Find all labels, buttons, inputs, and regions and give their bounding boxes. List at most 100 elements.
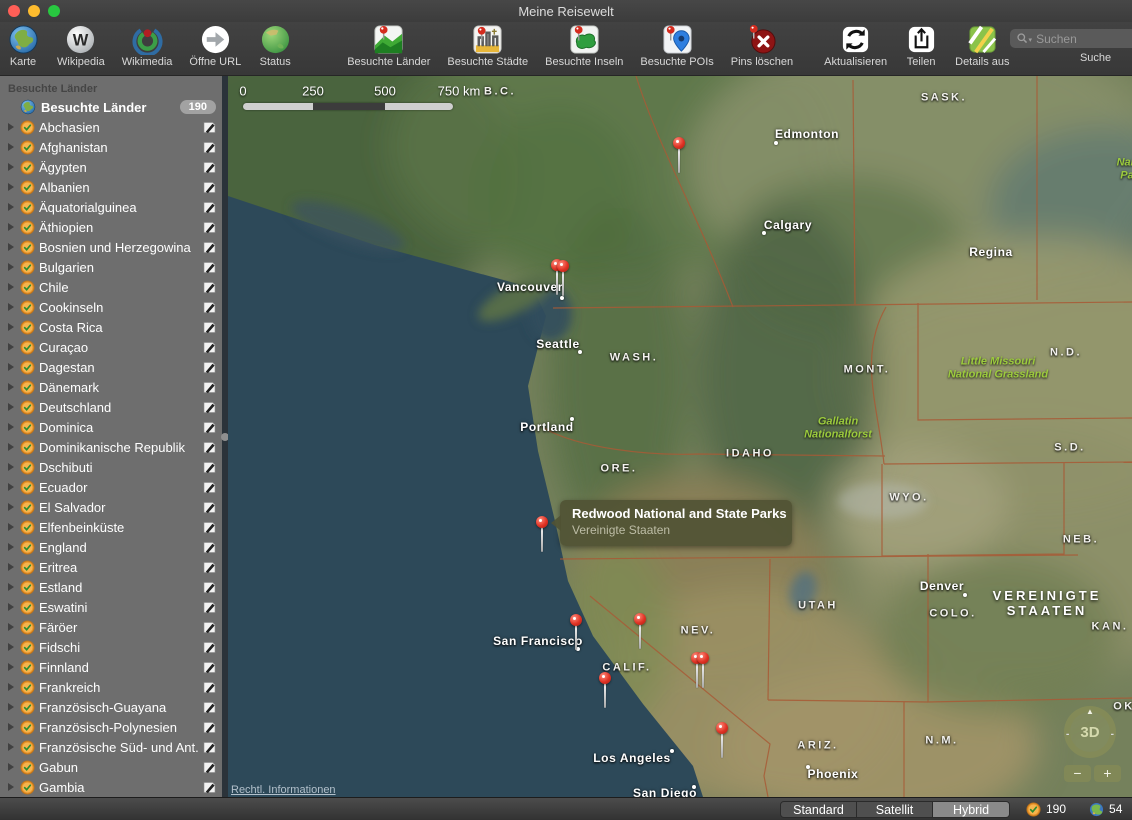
sidebar-country-row[interactable]: Ägypten [0, 157, 222, 177]
map-mode-satellit[interactable]: Satellit [857, 802, 933, 817]
zoom-out-button[interactable]: − [1064, 765, 1091, 782]
sidebar-country-row[interactable]: Dänemark [0, 377, 222, 397]
map-mode-standard[interactable]: Standard [781, 802, 857, 817]
disclosure-triangle-icon[interactable] [8, 343, 14, 351]
edit-button[interactable] [202, 480, 217, 495]
toolbar-pins-loeschen[interactable]: Pins löschen [731, 24, 793, 68]
disclosure-triangle-icon[interactable] [8, 763, 14, 771]
disclosure-triangle-icon[interactable] [8, 663, 14, 671]
toolbar-teilen[interactable]: Teilen [904, 24, 938, 68]
edit-button[interactable] [202, 240, 217, 255]
minimize-window-button[interactable] [28, 5, 40, 17]
disclosure-triangle-icon[interactable] [8, 683, 14, 691]
toolbar-details-aus[interactable]: Details aus [955, 24, 1009, 68]
sidebar-country-row[interactable]: El Salvador [0, 497, 222, 517]
disclosure-triangle-icon[interactable] [8, 363, 14, 371]
disclosure-triangle-icon[interactable] [8, 623, 14, 631]
disclosure-triangle-icon[interactable] [8, 383, 14, 391]
toolbar-besuchte-laender[interactable]: Besuchte Länder [347, 24, 430, 68]
sidebar-country-row[interactable]: Costa Rica [0, 317, 222, 337]
disclosure-triangle-icon[interactable] [8, 143, 14, 151]
sidebar-country-row[interactable]: Frankreich [0, 677, 222, 697]
edit-button[interactable] [202, 260, 217, 275]
disclosure-triangle-icon[interactable] [8, 303, 14, 311]
edit-button[interactable] [202, 140, 217, 155]
disclosure-triangle-icon[interactable] [8, 223, 14, 231]
fullscreen-window-button[interactable] [48, 5, 60, 17]
toolbar-besuchte-staedte[interactable]: Besuchte Städte [447, 24, 528, 68]
sidebar-country-row[interactable]: Finnland [0, 657, 222, 677]
map-pin[interactable] [634, 613, 646, 653]
edit-button[interactable] [202, 640, 217, 655]
edit-button[interactable] [202, 700, 217, 715]
map-3d-control[interactable]: ▲ - 3D - [1064, 706, 1116, 758]
sidebar-country-row[interactable]: Albanien [0, 177, 222, 197]
map-pin[interactable] [716, 722, 728, 762]
edit-button[interactable] [202, 360, 217, 375]
disclosure-triangle-icon[interactable] [8, 703, 14, 711]
sidebar-country-row[interactable]: Afghanistan [0, 137, 222, 157]
sidebar-country-row[interactable]: Dschibuti [0, 457, 222, 477]
disclosure-triangle-icon[interactable] [8, 723, 14, 731]
sidebar-root-item[interactable]: Besuchte Länder 190 [0, 98, 222, 117]
edit-button[interactable] [202, 160, 217, 175]
map-pin[interactable] [599, 672, 611, 712]
sidebar-country-row[interactable]: Dominikanische Republik [0, 437, 222, 457]
disclosure-triangle-icon[interactable] [8, 603, 14, 611]
sidebar-country-row[interactable]: Bosnien und Herzegowina [0, 237, 222, 257]
toolbar-wikimedia[interactable]: Wikimedia [122, 24, 173, 68]
edit-button[interactable] [202, 220, 217, 235]
edit-button[interactable] [202, 620, 217, 635]
edit-button[interactable] [202, 440, 217, 455]
edit-button[interactable] [202, 460, 217, 475]
sidebar-country-row[interactable]: Estland [0, 577, 222, 597]
edit-button[interactable] [202, 680, 217, 695]
sidebar-country-row[interactable]: Abchasien [0, 117, 222, 137]
toolbar-besuchte-pois[interactable]: Besuchte POIs [640, 24, 713, 68]
edit-button[interactable] [202, 560, 217, 575]
edit-button[interactable] [202, 760, 217, 775]
edit-button[interactable] [202, 200, 217, 215]
sidebar-country-row[interactable]: Eswatini [0, 597, 222, 617]
toolbar-besuchte-inseln[interactable]: Besuchte Inseln [545, 24, 623, 68]
edit-button[interactable] [202, 280, 217, 295]
toolbar-wikipedia[interactable]: WWikipedia [57, 24, 105, 68]
map-pin[interactable] [557, 260, 569, 300]
edit-button[interactable] [202, 580, 217, 595]
sidebar-country-row[interactable]: Färöer [0, 617, 222, 637]
edit-button[interactable] [202, 340, 217, 355]
disclosure-triangle-icon[interactable] [8, 463, 14, 471]
sidebar-country-row[interactable]: Französisch-Guayana [0, 697, 222, 717]
edit-button[interactable] [202, 180, 217, 195]
edit-button[interactable] [202, 540, 217, 555]
edit-button[interactable] [202, 420, 217, 435]
search-field[interactable]: ▾ [1010, 29, 1132, 48]
map-mode-hybrid[interactable]: Hybrid [933, 802, 1009, 817]
sidebar-country-row[interactable]: Gambia [0, 777, 222, 797]
disclosure-triangle-icon[interactable] [8, 443, 14, 451]
sidebar-country-row[interactable]: Französisch-Polynesien [0, 717, 222, 737]
map-view[interactable]: 0250500750 km B.C.SASK.EdmontonNan PaCal… [228, 76, 1132, 797]
edit-button[interactable] [202, 320, 217, 335]
edit-button[interactable] [202, 520, 217, 535]
edit-button[interactable] [202, 120, 217, 135]
edit-button[interactable] [202, 600, 217, 615]
map-pin[interactable] [570, 614, 582, 654]
disclosure-triangle-icon[interactable] [8, 503, 14, 511]
disclosure-triangle-icon[interactable] [8, 203, 14, 211]
toolbar-karte[interactable]: Karte [6, 24, 40, 68]
sidebar-country-row[interactable]: Deutschland [0, 397, 222, 417]
sidebar-country-row[interactable]: England [0, 537, 222, 557]
disclosure-triangle-icon[interactable] [8, 283, 14, 291]
edit-button[interactable] [202, 300, 217, 315]
disclosure-triangle-icon[interactable] [8, 323, 14, 331]
toolbar-oeffne-url[interactable]: Öffne URL [189, 24, 241, 68]
disclosure-triangle-icon[interactable] [8, 483, 14, 491]
search-input[interactable] [1034, 31, 1132, 47]
sidebar-country-row[interactable]: Äthiopien [0, 217, 222, 237]
disclosure-triangle-icon[interactable] [8, 543, 14, 551]
disclosure-triangle-icon[interactable] [8, 243, 14, 251]
disclosure-triangle-icon[interactable] [8, 743, 14, 751]
close-window-button[interactable] [8, 5, 20, 17]
disclosure-triangle-icon[interactable] [8, 643, 14, 651]
